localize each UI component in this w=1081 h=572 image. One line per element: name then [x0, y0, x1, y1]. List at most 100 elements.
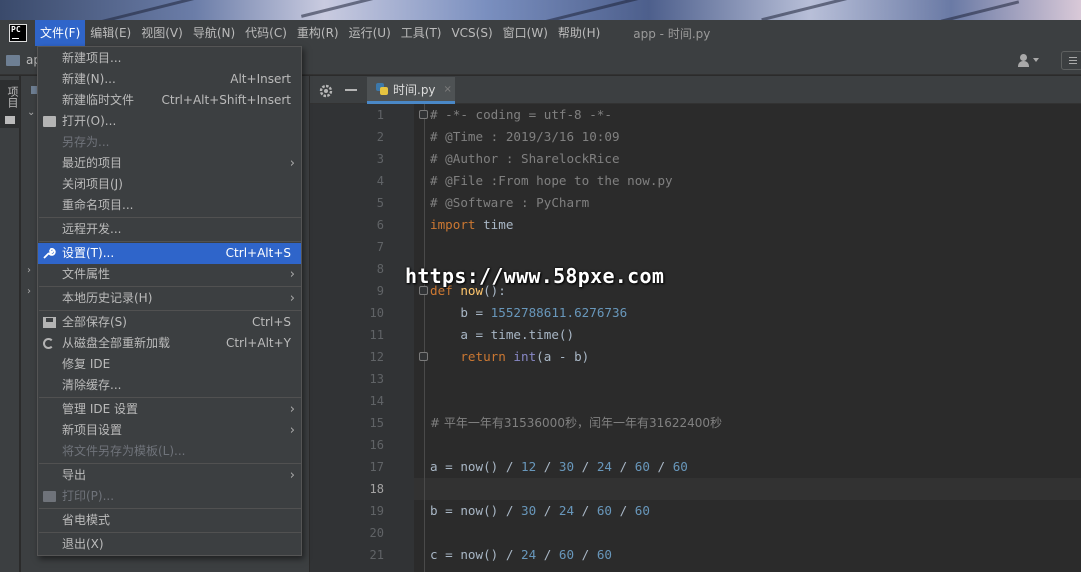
menu-item-label: 导出	[62, 468, 87, 482]
number-literal: 24	[596, 459, 613, 474]
menu-help[interactable]: 帮助(H)	[553, 20, 605, 46]
number-literal: 24	[558, 503, 575, 518]
menu-item-label: 远程开发...	[62, 222, 122, 236]
menu-item-label: 新建临时文件	[62, 93, 135, 107]
wrench-icon	[43, 248, 56, 259]
line-number: 8	[376, 262, 384, 276]
menu-item-open[interactable]: 打开(O)...	[38, 111, 301, 132]
tab-time-py[interactable]: 时间.py ×	[367, 77, 455, 104]
fold-marker-icon[interactable]	[419, 352, 428, 361]
line-number: 1	[376, 108, 384, 122]
code-line-17: a = now() / 12 / 30 / 24 / 60 / 60	[430, 456, 688, 478]
menu-tools[interactable]: 工具(T)	[396, 20, 447, 46]
line-number: 6	[376, 218, 384, 232]
chevron-right-icon: ›	[289, 267, 295, 282]
menu-file[interactable]: 文件(F)	[35, 20, 86, 46]
fold-marker-icon[interactable]	[419, 110, 428, 119]
menu-item-label: 省电模式	[62, 513, 111, 527]
code-token: /	[612, 503, 635, 518]
code-token: (a - b)	[536, 349, 590, 364]
line-number: 4	[376, 174, 384, 188]
line-number: 12	[369, 350, 384, 364]
code-line-21: c = now() / 24 / 60 / 60	[430, 544, 612, 566]
menu-item-recent-projects[interactable]: 最近的项目 ›	[38, 153, 301, 174]
menu-bar: PC 文件(F) 编辑(E) 视图(V) 导航(N) 代码(C) 重构(R) 运…	[0, 20, 1081, 46]
project-tool-tab[interactable]: 项目	[0, 80, 20, 128]
menu-item-remote-development[interactable]: 远程开发...	[38, 219, 301, 240]
menu-item-new[interactable]: 新建(N)... Alt+Insert	[38, 69, 301, 90]
gear-icon[interactable]	[318, 83, 334, 99]
code-token: /	[536, 547, 559, 562]
menu-item-invalidate-caches[interactable]: 清除缓存...	[38, 375, 301, 396]
code-token: /	[536, 459, 559, 474]
menu-item-export[interactable]: 导出 ›	[38, 465, 301, 486]
menu-item-exit[interactable]: 退出(X)	[38, 534, 301, 555]
close-icon[interactable]: ×	[444, 84, 452, 95]
menu-item-label: 设置(T)...	[62, 246, 115, 260]
menu-item-new-scratch-file[interactable]: 新建临时文件 Ctrl+Alt+Shift+Insert	[38, 90, 301, 111]
code-token: /	[649, 459, 673, 474]
python-file-icon	[376, 83, 388, 95]
menu-vcs[interactable]: VCS(S)	[446, 20, 497, 46]
tree-collapse-icon[interactable]: ›	[27, 286, 31, 297]
toolbar-button-right[interactable]	[1061, 51, 1081, 70]
code-line-10: b = 1552788611.6276736	[430, 302, 627, 324]
line-number: 16	[369, 438, 384, 452]
user-account-button[interactable]	[1017, 54, 1045, 68]
print-icon	[43, 491, 56, 502]
save-icon	[43, 317, 56, 328]
menu-separator	[39, 310, 301, 311]
line-number: 14	[369, 394, 384, 408]
menu-item-close-project[interactable]: 关闭项目(J)	[38, 174, 301, 195]
number-literal: 60	[672, 459, 688, 474]
menu-item-rename-project[interactable]: 重命名项目...	[38, 195, 301, 216]
tree-expand-icon[interactable]: ⌄	[27, 107, 35, 118]
watermark-text: https://www.58pxe.com	[405, 264, 665, 288]
keyword: import	[430, 217, 476, 232]
menu-item-file-properties[interactable]: 文件属性 ›	[38, 264, 301, 285]
menu-item-label: 新项目设置	[62, 423, 123, 437]
menu-item-repair-ide[interactable]: 修复 IDE	[38, 354, 301, 375]
menu-item-settings[interactable]: 设置(T)... Ctrl+Alt+S	[38, 243, 301, 264]
menu-separator	[39, 217, 301, 218]
menu-item-reload-all[interactable]: 从磁盘全部重新加载 Ctrl+Alt+Y	[38, 333, 301, 354]
menu-item-manage-ide-settings[interactable]: 管理 IDE 设置 ›	[38, 399, 301, 420]
number-literal: 12	[521, 459, 537, 474]
code-line-11: a = time.time()	[430, 327, 575, 342]
menu-item-shortcut: Ctrl+Alt+Y	[225, 336, 291, 350]
minimize-icon[interactable]	[345, 89, 357, 91]
menu-item-label: 新建项目...	[62, 51, 122, 65]
chevron-right-icon: ›	[289, 156, 295, 171]
menu-run[interactable]: 运行(U)	[344, 20, 396, 46]
menu-item-shortcut: Ctrl+S	[251, 315, 291, 329]
menu-item-print: 打印(P)...	[38, 486, 301, 507]
tree-collapse-icon[interactable]: ›	[27, 265, 31, 276]
line-number: 2	[376, 130, 384, 144]
pycharm-logo-icon[interactable]: PC	[9, 24, 27, 42]
menu-code[interactable]: 代码(C)	[240, 20, 292, 46]
code-token: /	[536, 503, 559, 518]
menu-item-power-save-mode[interactable]: 省电模式	[38, 510, 301, 531]
menu-window[interactable]: 窗口(W)	[498, 20, 553, 46]
sync-icon	[43, 338, 54, 349]
menu-item-save-as: 另存为...	[38, 132, 301, 153]
menu-item-new-project-settings[interactable]: 新项目设置 ›	[38, 420, 301, 441]
menu-separator	[39, 532, 301, 533]
menu-item-save-all[interactable]: 全部保存(S) Ctrl+S	[38, 312, 301, 333]
menu-item-new-project[interactable]: 新建项目...	[38, 48, 301, 69]
menu-edit[interactable]: 编辑(E)	[85, 20, 136, 46]
number-literal: 60	[634, 459, 650, 474]
menu-refactor[interactable]: 重构(R)	[292, 20, 344, 46]
code-token: /	[574, 459, 597, 474]
menu-item-label: 重命名项目...	[62, 198, 134, 212]
menu-item-shortcut: Alt+Insert	[230, 72, 291, 86]
menu-navigate[interactable]: 导航(N)	[188, 20, 240, 46]
menu-item-label: 最近的项目	[62, 156, 123, 170]
menu-item-local-history[interactable]: 本地历史记录(H) ›	[38, 288, 301, 309]
number-literal: 60	[596, 547, 613, 562]
line-number: 3	[376, 152, 384, 166]
menu-item-label: 将文件另存为模板(L)...	[62, 444, 186, 458]
menu-view[interactable]: 视图(V)	[136, 20, 188, 46]
number-literal: 60	[596, 503, 613, 518]
code-token: time	[475, 217, 514, 232]
